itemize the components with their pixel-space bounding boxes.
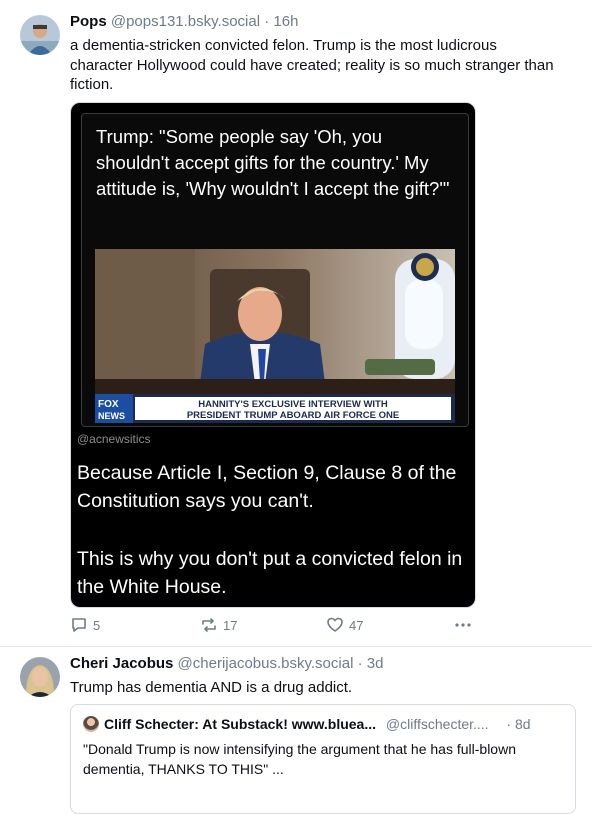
separator-dot: ·	[264, 13, 270, 30]
screenshot-frame: Trump: "Some people say 'Oh, you shouldn…	[81, 113, 469, 427]
quote-text: Trump: "Some people say 'Oh, you shouldn…	[96, 126, 450, 199]
like-count: 47	[349, 617, 364, 633]
like-button[interactable]: 47	[326, 616, 363, 634]
author-name[interactable]: Pops	[70, 13, 107, 30]
chyron-line2: PRESIDENT TRUMP ABOARD AIR FORCE ONE	[187, 410, 399, 421]
fox-news-logo: FOX	[98, 399, 119, 410]
avatar[interactable]	[20, 15, 60, 55]
avatar[interactable]	[83, 716, 99, 732]
more-options-button[interactable]	[454, 616, 472, 634]
repost-icon	[202, 618, 216, 632]
author-handle[interactable]: @cherijacobus.bsky.social	[178, 655, 354, 672]
quoted-post-text: "Donald Trump is now intensifying the ar…	[83, 741, 516, 777]
separator-dot: ·	[506, 716, 512, 732]
post-time[interactable]: 16h	[273, 13, 298, 30]
chyron-line1: HANNITY'S EXCLUSIVE INTERVIEW WITH	[198, 399, 388, 410]
avatar[interactable]	[20, 657, 60, 697]
image-credit: @acnewsitics	[77, 432, 151, 446]
image-paragraph-2: This is why you don't put a convicted fe…	[77, 548, 463, 598]
post-header: Pops @pops131.bsky.social · 16h	[70, 13, 298, 30]
post-actions: 5 17 47	[70, 616, 480, 636]
post-text: a dementia-stricken convicted felon. Tru…	[70, 37, 554, 93]
more-dots-icon	[455, 623, 471, 627]
separator-dot: ·	[357, 655, 363, 672]
post-text: Trump has dementia AND is a drug addict.	[70, 679, 353, 696]
heart-icon	[327, 617, 343, 632]
reply-count: 5	[93, 617, 101, 633]
quoted-post-header: Cliff Schecter: At Substack! www.bluea..…	[83, 716, 531, 732]
quoted-author-handle[interactable]: @cliffschecter....	[386, 716, 489, 732]
post-time[interactable]: 3d	[367, 655, 384, 672]
repost-button[interactable]: 17	[200, 616, 237, 634]
quoted-author-name[interactable]: Cliff Schecter: At Substack! www.bluea..…	[104, 716, 376, 732]
image-paragraph-1: Because Article I, Section 9, Clause 8 o…	[77, 462, 457, 512]
reply-icon	[72, 618, 86, 632]
quoted-post[interactable]: Cliff Schecter: At Substack! www.bluea..…	[70, 704, 576, 814]
svg-text:NEWS: NEWS	[98, 411, 125, 421]
post-image[interactable]: Trump: "Some people say 'Oh, you shouldn…	[70, 102, 476, 608]
interview-photo: FOX NEWS HANNITY'S EXCLUSIVE INTERVIEW W…	[95, 249, 455, 423]
author-name[interactable]: Cheri Jacobus	[70, 655, 173, 672]
quoted-post-time[interactable]: 8d	[515, 716, 531, 732]
reply-button[interactable]: 5	[70, 616, 100, 634]
author-handle[interactable]: @pops131.bsky.social	[111, 13, 260, 30]
post-pops[interactable]: Pops @pops131.bsky.social · 16h a dement…	[0, 0, 592, 646]
repost-count: 17	[223, 617, 238, 633]
post-header: Cheri Jacobus @cherijacobus.bsky.social …	[70, 655, 383, 672]
